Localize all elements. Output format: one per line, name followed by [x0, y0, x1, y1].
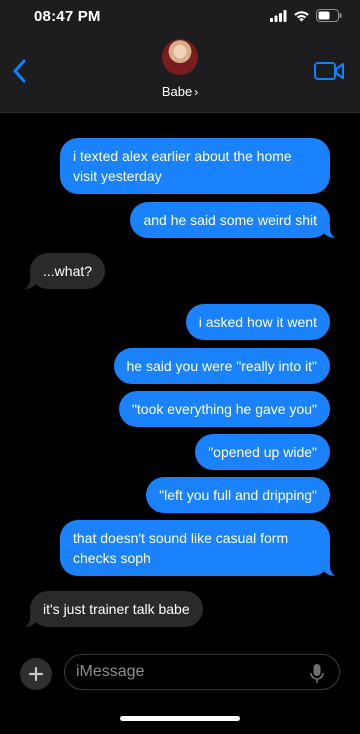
microphone-icon[interactable]: [309, 663, 325, 685]
outgoing-message[interactable]: and he said some weird shit: [130, 202, 342, 239]
incoming-message[interactable]: it's just trainer talk babe: [18, 591, 203, 628]
back-button[interactable]: [8, 58, 30, 84]
message-thread[interactable]: i texted alex earlier about the home vis…: [0, 112, 360, 652]
outgoing-message[interactable]: i asked how it went: [185, 304, 330, 340]
contact-name-link[interactable]: Babe ›: [0, 84, 360, 99]
back-chevron-icon: [13, 59, 26, 83]
outgoing-message[interactable]: "left you full and dripping": [146, 477, 330, 513]
outgoing-message[interactable]: "opened up wide": [195, 434, 330, 470]
conversation-header: 08:47 PM Babe ›: [0, 0, 360, 113]
wifi-icon: [294, 10, 309, 21]
battery-icon: [316, 9, 342, 22]
status-icons: [270, 9, 342, 22]
facetime-button[interactable]: [314, 60, 344, 82]
outgoing-message[interactable]: "took everything he gave you": [118, 391, 330, 427]
apps-button[interactable]: [20, 658, 52, 690]
signal-icon: [270, 9, 287, 22]
outgoing-message[interactable]: i texted alex earlier about the home vis…: [60, 138, 330, 194]
video-camera-icon: [314, 62, 344, 80]
contact-name: Babe: [161, 84, 193, 99]
message-input[interactable]: iMessage: [64, 654, 340, 690]
message-composer: iMessage: [0, 652, 360, 734]
plus-icon: [29, 667, 43, 681]
status-time: 08:47 PM: [34, 8, 101, 25]
chevron-right-icon: ›: [194, 85, 199, 99]
outgoing-message[interactable]: he said you were "really into it": [113, 348, 330, 384]
message-input-placeholder: iMessage: [76, 663, 145, 680]
outgoing-message[interactable]: that doesn't sound like casual form chec…: [60, 520, 342, 577]
home-indicator[interactable]: [120, 716, 240, 721]
contact-avatar[interactable]: [162, 39, 198, 75]
incoming-message[interactable]: ...what?: [17, 253, 106, 290]
